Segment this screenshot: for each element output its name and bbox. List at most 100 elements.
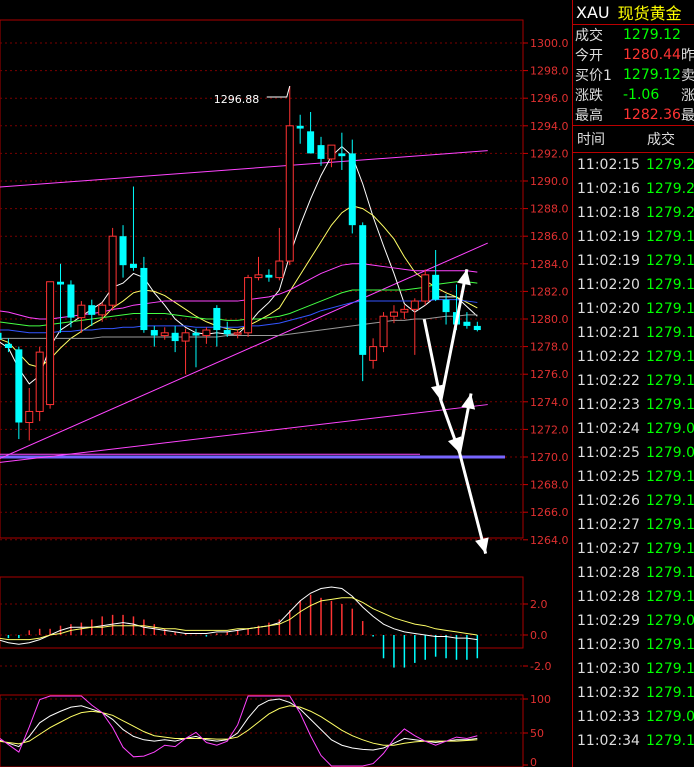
tick-price: 1279.0 (646, 613, 694, 629)
col-price: 成交 (647, 132, 675, 148)
tick-price: 1279.1 (646, 277, 694, 293)
tick-time: 11:02:19 (577, 253, 640, 269)
kdj-k-line (0, 698, 478, 751)
tick-time: 11:02:33 (577, 709, 640, 725)
candle (244, 274, 253, 337)
candle (327, 144, 336, 168)
candle (88, 299, 96, 326)
high-price-label: 1296.88 (214, 93, 260, 106)
kdj-indicator (0, 695, 523, 767)
arrow (422, 318, 445, 401)
candle (15, 346, 23, 440)
candle (473, 321, 481, 332)
kdj-tick-label: 100 (530, 693, 551, 706)
tick-row[interactable]: 11:02:29 1279.0 (573, 609, 694, 633)
tick-time: 11:02:23 (577, 397, 640, 413)
quote-header: XAU 现货黄金 (573, 0, 694, 25)
col-time: 时间 (577, 132, 605, 148)
candle (421, 269, 430, 306)
tick-price: 1279.0 (646, 421, 694, 437)
tick-row[interactable]: 11:02:28 1279.1 (573, 585, 694, 609)
candle (307, 112, 315, 154)
tick-time: 11:02:18 (577, 205, 640, 221)
tick-row[interactable]: 11:02:25 1279.0 (573, 441, 694, 465)
tick-row[interactable]: 11:02:19 1279.1 (573, 225, 694, 249)
candle (150, 325, 158, 347)
candle (285, 86, 294, 266)
quote-label: 买价1 (575, 68, 612, 84)
candle (213, 305, 221, 347)
tick-row[interactable]: 11:02:22 1279.1 (573, 369, 694, 393)
tick-row[interactable]: 11:02:27 1279.1 (573, 537, 694, 561)
quote-row: 涨跌 -1.06 涨 (573, 85, 694, 105)
quote-value: 1282.36 (623, 107, 681, 123)
quote-extra: 昨 (681, 48, 694, 64)
tick-time: 11:02:20 (577, 301, 640, 317)
tick-price: 1279.1 (646, 517, 694, 533)
candle (432, 250, 440, 302)
candle (296, 114, 304, 144)
tick-price: 1279.1 (646, 493, 694, 509)
tick-row[interactable]: 11:02:20 1279.1 (573, 297, 694, 321)
tick-price: 1279.1 (646, 637, 694, 653)
candle (254, 256, 263, 281)
price-annotation: 1296.88 (214, 85, 291, 106)
tick-row[interactable]: 11:02:15 1279.2 (573, 153, 694, 177)
ma-line (0, 314, 478, 339)
candle (379, 312, 388, 353)
quote-rows: 成交 1279.12 今开 1280.44 昨买价1 1279.12 卖涨跌 -1.06 涨最高… (573, 25, 694, 125)
tick-time: 11:02:32 (577, 685, 640, 701)
tick-row[interactable]: 11:02:26 1279.1 (573, 489, 694, 513)
tick-time: 11:02:22 (577, 373, 640, 389)
price-tick-label: 1294.0 (530, 120, 569, 133)
tick-row[interactable]: 11:02:30 1279.1 (573, 657, 694, 681)
macd-dif-line (0, 586, 478, 645)
tick-row[interactable]: 11:02:30 1279.1 (573, 633, 694, 657)
tick-row[interactable]: 11:02:20 1279.1 (573, 273, 694, 297)
candle (140, 256, 148, 333)
tick-row[interactable]: 11:02:27 1279.1 (573, 513, 694, 537)
tick-price: 1279.1 (646, 253, 694, 269)
trend-lines (0, 150, 505, 463)
quote-value: 1279.12 (623, 67, 681, 83)
tick-row[interactable]: 11:02:33 1279.0 (573, 705, 694, 729)
tick-time: 11:02:26 (577, 493, 640, 509)
tick-row[interactable]: 11:02:23 1279.1 (573, 393, 694, 417)
quote-label: 成交 (575, 28, 603, 44)
quote-row: 今开 1280.44 昨 (573, 45, 694, 65)
tick-list[interactable]: 11:02:15 1279.2 11:02:16 1279.2 11:02:18 1279… (573, 153, 694, 753)
kline-chart-area[interactable]: 1300.0 1298.0 1296.0 1294.0 1292.0 1290.0 1288… (0, 0, 572, 767)
tick-time: 11:02:15 (577, 157, 640, 173)
price-tick-label: 1298.0 (530, 65, 569, 78)
tick-row[interactable]: 11:02:18 1279.2 (573, 201, 694, 225)
tick-row[interactable]: 11:02:24 1279.0 (573, 417, 694, 441)
tick-row[interactable]: 11:02:34 1279.1 (573, 729, 694, 753)
quote-panel: XAU 现货黄金 成交 1279.12 今开 1280.44 昨买价1 1279.12 卖涨… (572, 0, 694, 767)
kdj-tick-label: 0 (530, 756, 537, 767)
candle (181, 328, 190, 375)
tick-row[interactable]: 11:02:16 1279.2 (573, 177, 694, 201)
trend-line (0, 404, 488, 463)
tick-price: 1279.2 (646, 181, 694, 197)
tick-row[interactable]: 11:02:25 1279.1 (573, 465, 694, 489)
tick-price: 1279.1 (646, 469, 694, 485)
candle (202, 327, 211, 344)
tick-price: 1279.1 (646, 373, 694, 389)
arrow (458, 393, 476, 454)
quote-value: 1280.44 (623, 47, 681, 63)
tick-price: 1279.1 (646, 541, 694, 557)
tick-price: 1279.1 (646, 565, 694, 581)
price-axis: 1300.0 1298.0 1296.0 1294.0 1292.0 1290.0 1288… (523, 37, 569, 547)
tick-row[interactable]: 11:02:28 1279.1 (573, 561, 694, 585)
tick-row[interactable]: 11:02:22 1279.1 (573, 345, 694, 369)
tick-price: 1279.1 (646, 661, 694, 677)
tick-time: 11:02:21 (577, 325, 640, 341)
tick-row[interactable]: 11:02:19 1279.1 (573, 249, 694, 273)
tick-time: 11:02:28 (577, 589, 640, 605)
macd-tick-label: -2.0 (530, 660, 551, 673)
tick-row[interactable]: 11:02:32 1279.1 (573, 681, 694, 705)
quote-value: 1279.12 (623, 27, 681, 43)
tick-row[interactable]: 11:02:21 1279.1 (573, 321, 694, 345)
tick-time: 11:02:27 (577, 541, 640, 557)
candle (98, 302, 107, 322)
